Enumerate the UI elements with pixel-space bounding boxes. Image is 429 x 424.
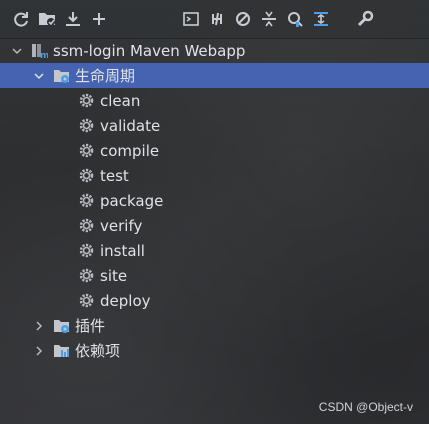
tree-item-lifecycle[interactable]: 生命周期 — [0, 63, 429, 88]
gear-icon — [77, 142, 95, 160]
collapse-icon[interactable] — [258, 8, 280, 30]
gear-icon — [77, 217, 95, 235]
tree-item-plugins[interactable]: 插件 — [0, 313, 429, 338]
lifecycle-phase[interactable]: clean — [0, 88, 429, 113]
download-icon[interactable] — [62, 8, 84, 30]
gear-icon — [77, 242, 95, 260]
chevron-right-icon[interactable] — [32, 319, 46, 333]
refresh-icon[interactable] — [10, 8, 32, 30]
lifecycle-phase[interactable]: validate — [0, 113, 429, 138]
dependencies-label: 依赖项 — [75, 342, 121, 360]
phase-label: site — [100, 266, 128, 285]
phase-label: validate — [100, 116, 161, 135]
gear-icon — [77, 267, 95, 285]
plugins-label: 插件 — [75, 317, 106, 335]
lifecycle-phase[interactable]: verify — [0, 213, 429, 238]
maven-tree: m ssm-login Maven Webapp 生命周期 clean vali… — [0, 38, 429, 363]
settings-wrench-icon[interactable] — [354, 8, 376, 30]
lifecycle-phase[interactable]: package — [0, 188, 429, 213]
lifecycle-label: 生命周期 — [75, 67, 136, 85]
chevron-down-icon[interactable] — [32, 69, 46, 83]
chevron-right-icon[interactable] — [32, 344, 46, 358]
show-dependencies-icon[interactable] — [310, 8, 332, 30]
tree-item-project[interactable]: m ssm-login Maven Webapp — [0, 38, 429, 63]
maven-project-icon: m — [30, 42, 48, 60]
watermark: CSDN @Object-v — [318, 400, 413, 414]
phase-label: install — [100, 241, 145, 260]
run-goal-icon[interactable] — [180, 8, 202, 30]
maven-toolbar — [0, 0, 429, 39]
lifecycle-phase[interactable]: install — [0, 238, 429, 263]
lifecycle-phase[interactable]: test — [0, 163, 429, 188]
toggle-offline-icon[interactable] — [206, 8, 228, 30]
phase-label: verify — [100, 216, 143, 235]
lifecycle-phase[interactable]: deploy — [0, 288, 429, 313]
skip-tests-icon[interactable] — [232, 8, 254, 30]
project-label: ssm-login Maven Webapp — [53, 41, 246, 60]
dependencies-folder-icon — [52, 342, 70, 360]
gear-icon — [77, 92, 95, 110]
phase-label: package — [100, 191, 164, 210]
chevron-down-icon[interactable] — [10, 44, 24, 58]
add-project-icon[interactable] — [36, 8, 58, 30]
phase-label: clean — [100, 91, 141, 110]
plus-icon[interactable] — [88, 8, 110, 30]
gear-icon — [77, 167, 95, 185]
gear-icon — [77, 192, 95, 210]
lifecycle-phase[interactable]: site — [0, 263, 429, 288]
gear-icon — [77, 117, 95, 135]
svg-text:m: m — [40, 51, 48, 59]
phase-label: compile — [100, 141, 160, 160]
phase-label: test — [100, 166, 129, 185]
analyze-dependencies-icon[interactable] — [284, 8, 306, 30]
lifecycle-phase[interactable]: compile — [0, 138, 429, 163]
tree-item-dependencies[interactable]: 依赖项 — [0, 338, 429, 363]
gear-icon — [77, 292, 95, 310]
plugins-folder-icon — [52, 317, 70, 335]
phase-label: deploy — [100, 291, 151, 310]
lifecycle-folder-icon — [52, 67, 70, 85]
